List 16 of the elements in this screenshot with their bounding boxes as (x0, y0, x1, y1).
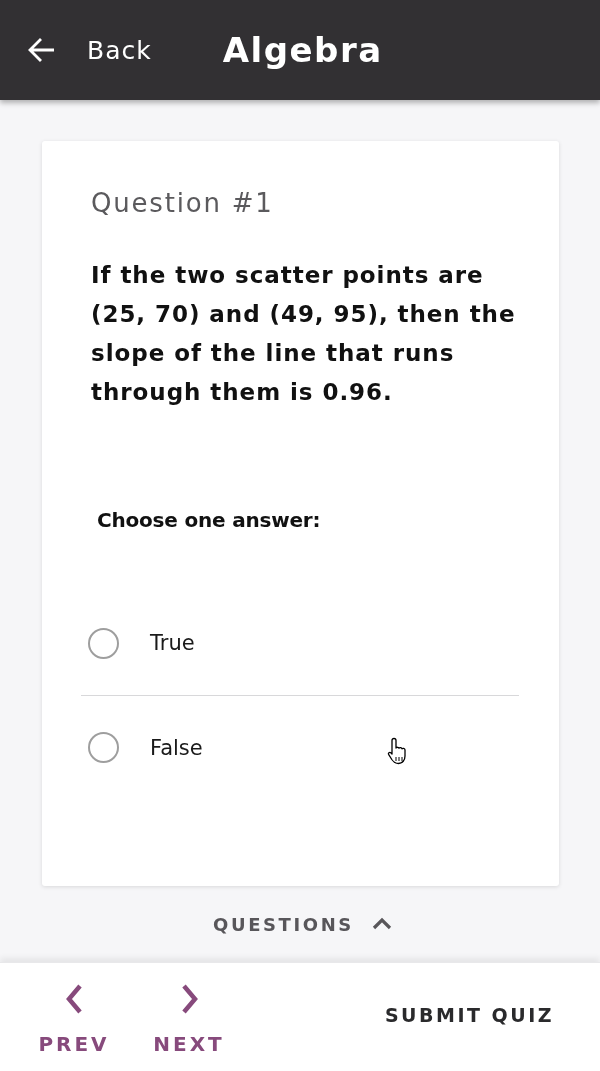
radio-button[interactable] (88, 627, 119, 659)
option-label[interactable]: False (150, 735, 203, 760)
radio-button[interactable] (88, 732, 119, 763)
next-button[interactable]: NEXT (143, 983, 235, 1056)
chevron-right-icon (179, 983, 199, 1015)
question-text: If the two scatter points are (25, 70) and (49, 95), then the slope of the line that runs through them is 0.96. (91, 261, 517, 407)
submit-quiz-button[interactable]: SUBMIT QUIZ (384, 1004, 554, 1026)
questions-toggle[interactable]: QUESTIONS (213, 913, 392, 935)
option-label[interactable]: True (150, 631, 195, 655)
prev-button[interactable]: PREV (28, 983, 120, 1056)
answer-prompt: Choose one answer: (97, 507, 322, 534)
page-title: Algebra (222, 30, 383, 70)
question-number: Question #1 (91, 187, 275, 219)
back-button[interactable]: Back (28, 35, 152, 65)
chevron-left-icon (64, 983, 84, 1015)
back-arrow-icon (28, 38, 54, 62)
